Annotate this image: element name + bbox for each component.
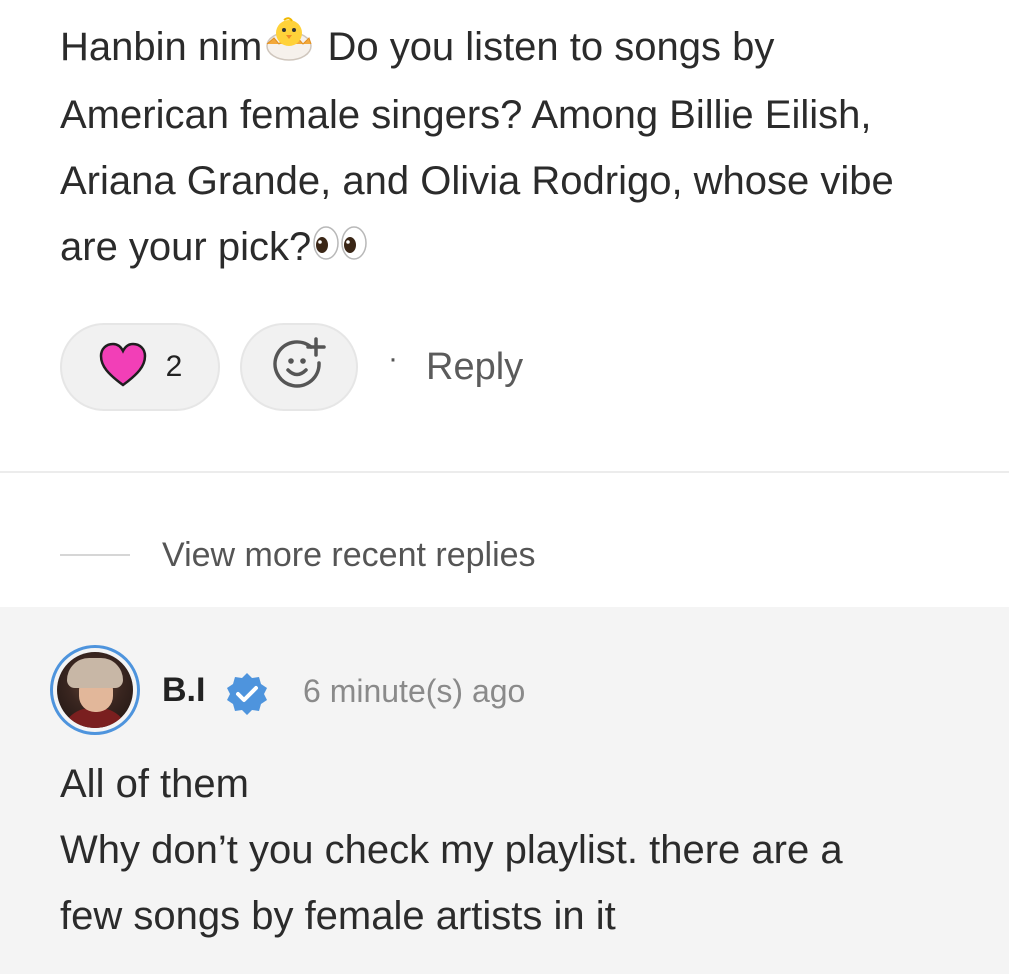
reply-line: All of them (60, 762, 249, 806)
reply-author[interactable]: B.I (162, 671, 205, 710)
hatching-chick-icon (262, 16, 316, 82)
post-line-2: American female singers? Among Billie Ei… (60, 93, 872, 138)
reply-button[interactable]: Reply (426, 346, 523, 389)
post-text-segment: Do you listen to songs by (316, 25, 775, 69)
verified-badge-icon (224, 671, 270, 722)
view-more-replies[interactable]: View more recent replies (60, 532, 536, 578)
reply-card: B.I 6 minute(s) ago All of them Why don’… (0, 607, 1009, 974)
like-count: 2 (165, 350, 183, 383)
heart-icon (98, 342, 148, 393)
reply-line: Why don’t you check my playlist. there a… (60, 828, 843, 872)
add-reaction-button[interactable] (240, 323, 358, 411)
like-button[interactable]: 2 (60, 323, 220, 411)
reply-body: All of them Why don’t you check my playl… (60, 751, 1000, 949)
post-line-4: are your pick? (60, 214, 1000, 282)
section-divider (0, 471, 1009, 473)
post-text-segment: Hanbin nim (60, 25, 263, 69)
post-text-segment: are your pick? (60, 225, 312, 270)
post-line-3: Ariana Grande, and Olivia Rodrigo, whose… (60, 159, 894, 204)
reply-line: few songs by female artists in it (60, 894, 616, 938)
eyes-icon (311, 217, 369, 283)
separator-dot: · (388, 342, 398, 375)
reply-timestamp: 6 minute(s) ago (303, 673, 526, 709)
avatar[interactable] (50, 645, 140, 735)
post-line-1: Hanbin nim Do you listen to songs by (60, 14, 1000, 82)
thread-line (60, 554, 130, 556)
view-more-label[interactable]: View more recent replies (162, 536, 536, 575)
post-body: Hanbin nim Do you listen to songs by Ame… (60, 14, 1000, 283)
add-emoji-icon (271, 336, 327, 398)
avatar-image (57, 652, 133, 728)
action-row: 2 · Reply (60, 323, 523, 411)
